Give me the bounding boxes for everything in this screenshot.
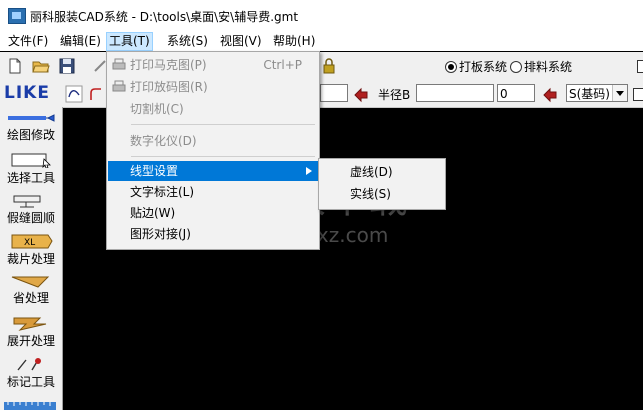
menu-item-label: 线型设置	[130, 164, 179, 178]
open-folder-icon[interactable]	[32, 57, 50, 75]
tools-dropdown-menu: 打印马克图(P) Ctrl+P 打印放码图(R) 切割机(C) 数字化仪(D) …	[106, 51, 320, 250]
lock-icon[interactable]	[320, 57, 338, 75]
window-title: 丽科服装CAD系统 - D:\tools\桌面\安\辅导费.gmt	[30, 10, 299, 24]
prev-value-field[interactable]	[320, 84, 348, 102]
chevron-down-icon[interactable]	[612, 85, 627, 101]
menu-item-print-marker[interactable]: 打印马克图(P) Ctrl+P	[108, 55, 318, 75]
line-type-submenu: 虚线(D) 实线(S)	[318, 158, 446, 210]
tool-piece-process[interactable]: XL 裁片处理	[0, 234, 62, 267]
menu-item-label: 数字化仪(D)	[130, 134, 197, 148]
menu-item-text-annotation[interactable]: 文字标注(L)	[108, 182, 318, 202]
main-toolbar: 打板系统 排料系统	[0, 52, 643, 81]
marker-icon	[17, 358, 41, 371]
dart-icon	[11, 276, 50, 288]
corner-icon[interactable]	[87, 85, 105, 103]
menu-edit[interactable]: 编辑(E)	[58, 33, 103, 50]
menu-file[interactable]: 文件(F)	[6, 33, 50, 50]
menu-view[interactable]: 视图(V)	[218, 33, 264, 50]
base-size-value: S(基码)	[569, 87, 610, 101]
toolbar-overflow-button[interactable]	[637, 60, 643, 73]
select-rect-icon	[11, 153, 51, 169]
menu-item-line-type[interactable]: 线型设置	[108, 161, 318, 181]
menu-item-dashed[interactable]: 虚线(D)	[320, 162, 444, 182]
tool-label: 选择工具	[6, 171, 55, 185]
menu-item-digitizer[interactable]: 数字化仪(D)	[108, 131, 318, 151]
tool-select[interactable]: 选择工具	[0, 153, 62, 186]
menu-item-label: 贴边(W)	[130, 206, 176, 220]
tool-expand[interactable]: 展开处理	[0, 316, 62, 349]
tool-label: 裁片处理	[6, 252, 55, 266]
radius-label: 半径B	[378, 88, 411, 102]
menu-item-cutter[interactable]: 切割机(C)	[108, 99, 318, 119]
menu-item-label: 实线(S)	[350, 187, 391, 201]
curve-icon[interactable]	[65, 85, 83, 103]
sewing-icon	[13, 195, 41, 208]
tool-label: 省处理	[12, 291, 49, 305]
base-size-select[interactable]: S(基码)	[566, 84, 628, 102]
save-icon[interactable]	[58, 57, 76, 75]
menu-item-print-grading[interactable]: 打印放码图(R)	[108, 77, 318, 97]
value-input[interactable]: 0	[497, 84, 535, 102]
piece-xl-icon: XL	[11, 234, 53, 249]
tool-label: 假缝圆顺	[6, 211, 55, 225]
menu-item-shape-join[interactable]: 图形对接(J)	[108, 224, 318, 244]
app-icon	[8, 8, 26, 24]
pencil-icon	[8, 114, 55, 122]
menu-system[interactable]: 系统(S)	[165, 33, 210, 50]
menu-item-label: 图形对接(J)	[130, 227, 191, 241]
printer-icon	[112, 80, 126, 92]
menu-separator	[131, 124, 315, 125]
new-file-icon[interactable]	[6, 57, 24, 75]
property-toolbar: LIKE 半径B 0 S(基码)	[0, 80, 643, 108]
menu-tools[interactable]: 工具(T)	[106, 32, 153, 51]
radio-marker-label: 排料系统	[524, 60, 573, 74]
menu-separator	[131, 156, 315, 157]
apply-arrow-icon[interactable]	[352, 85, 370, 103]
menu-item-label: 打印马克图(P)	[130, 58, 207, 72]
tool-label: 展开处理	[6, 334, 55, 348]
tool-fake-sew[interactable]: 假缝圆顺	[0, 193, 62, 226]
toolbar2-overflow-button[interactable]	[633, 88, 643, 101]
like-logo: LIKE	[4, 83, 50, 103]
tool-label: 绘图修改	[6, 128, 55, 142]
left-tool-panel: 绘图修改 选择工具 假缝圆顺 XL 裁片处理 省处理 展开处理 标记工具	[0, 107, 63, 410]
menu-item-label: 文字标注(L)	[130, 185, 195, 199]
menu-help[interactable]: 帮助(H)	[271, 33, 317, 50]
menu-item-label: 打印放码图(R)	[130, 80, 208, 94]
radius-select[interactable]	[416, 84, 494, 102]
radio-pattern-label: 打板系统	[459, 60, 508, 74]
menu-bar: 文件(F) 编辑(E) 工具(T) 系统(S) 视图(V) 帮助(H)	[0, 31, 643, 51]
tool-draw-modify[interactable]: 绘图修改	[0, 110, 62, 143]
tool-label: 标记工具	[6, 375, 55, 389]
radio-pattern-system[interactable]	[445, 61, 457, 73]
title-bar: 丽科服装CAD系统 - D:\tools\桌面\安\辅导费.gmt	[0, 0, 643, 31]
printer-icon	[112, 58, 126, 70]
tool-marker[interactable]: 标记工具	[0, 357, 62, 390]
chevron-right-icon	[306, 167, 312, 175]
menu-item-shortcut: Ctrl+P	[263, 58, 302, 72]
apply-value-icon[interactable]	[541, 85, 559, 103]
menu-item-label: 虚线(D)	[350, 165, 393, 179]
svg-text:XL: XL	[24, 238, 35, 248]
menu-item-solid[interactable]: 实线(S)	[320, 184, 444, 204]
menu-item-label: 切割机(C)	[130, 102, 184, 116]
ruler-icon	[4, 402, 56, 410]
radio-marker-system[interactable]	[510, 61, 522, 73]
menu-item-facing[interactable]: 贴边(W)	[108, 203, 318, 223]
expand-icon	[13, 317, 47, 331]
tool-dart[interactable]: 省处理	[0, 273, 62, 306]
